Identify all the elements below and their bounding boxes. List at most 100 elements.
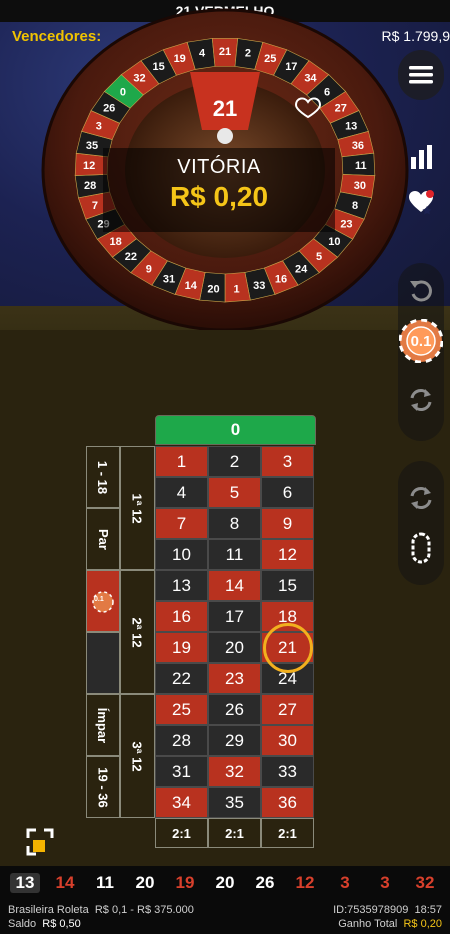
bet-even[interactable]: Par — [86, 508, 120, 570]
history-result: 20 — [215, 873, 235, 892]
wheel-pocket-number: 36 — [352, 140, 364, 152]
number-cell-33[interactable]: 33 — [261, 756, 314, 787]
number-cell-26[interactable]: 26 — [208, 694, 261, 725]
racetrack-button[interactable] — [398, 525, 444, 571]
total-win-label: Ganho Total — [338, 918, 398, 930]
wheel-pocket-number: 19 — [174, 53, 186, 65]
number-cell-7[interactable]: 7 — [155, 508, 208, 539]
history-result: 14 — [55, 873, 75, 892]
statistics-button[interactable] — [398, 134, 444, 180]
undo-icon — [410, 280, 432, 302]
number-cell-25[interactable]: 25 — [155, 694, 208, 725]
number-cell-10[interactable]: 10 — [155, 539, 208, 570]
number-cell-34[interactable]: 34 — [155, 787, 208, 818]
side-menu-panel — [398, 50, 444, 240]
menu-button[interactable] — [398, 50, 444, 100]
wheel-pocket-number: 6 — [324, 86, 330, 98]
results-history: 13 14 11 20 19 20 26 12 3 3 32 — [0, 866, 450, 900]
wheel-pocket-number: 35 — [86, 140, 98, 152]
number-cell-29[interactable]: 29 — [208, 725, 261, 756]
number-cell-16[interactable]: 16 — [155, 601, 208, 632]
fullscreen-icon[interactable] — [26, 828, 54, 856]
number-zero[interactable]: 0 — [155, 415, 316, 445]
number-cell-19[interactable]: 19 — [155, 632, 208, 663]
bet-1-18[interactable]: 1 - 18 — [86, 446, 120, 508]
number-cell-3[interactable]: 3 — [261, 446, 314, 477]
wheel-pocket-number: 15 — [153, 61, 165, 73]
number-cell-31[interactable]: 31 — [155, 756, 208, 787]
wheel-pocket-number: 18 — [110, 236, 122, 248]
number-cell-9[interactable]: 9 — [261, 508, 314, 539]
wheel-pocket-number: 25 — [264, 53, 276, 65]
bar-chart-icon — [411, 145, 432, 169]
wheel-pocket-number: 16 — [275, 273, 287, 285]
double-bet-button[interactable] — [398, 475, 444, 521]
hamburger-icon — [409, 66, 433, 84]
number-cell-5[interactable]: 5 — [208, 477, 261, 508]
chip-selector[interactable]: 0.1 — [398, 313, 444, 369]
wheel-pocket-number: 17 — [285, 61, 297, 73]
favorite-bets-button[interactable] — [398, 180, 444, 226]
favorite-star-heart-icon — [409, 190, 434, 215]
number-cell-35[interactable]: 35 — [208, 787, 261, 818]
victory-label: VITÓRIA — [177, 156, 261, 178]
number-cell-11[interactable]: 11 — [208, 539, 261, 570]
racetrack-icon — [411, 532, 431, 564]
bet-column-3[interactable]: 2:1 — [261, 818, 314, 848]
number-cell-32[interactable]: 32 — [208, 756, 261, 787]
number-cell-12[interactable]: 12 — [261, 539, 314, 570]
wheel-pocket-number: 23 — [340, 219, 352, 231]
history-result: 32 — [415, 873, 435, 892]
number-cell-17[interactable]: 17 — [208, 601, 261, 632]
wheel-pocket-number: 3 — [96, 121, 102, 133]
bet-red[interactable]: 0.1 — [86, 570, 120, 632]
wheel-pocket-number: 30 — [354, 180, 366, 192]
game-name: Brasileira Roleta — [8, 904, 89, 916]
number-cell-15[interactable]: 15 — [261, 570, 314, 601]
wheel-pocket-number: 27 — [335, 103, 347, 115]
wheel-pocket-number: 32 — [133, 72, 145, 84]
bet-odd[interactable]: Ímpar — [86, 694, 120, 756]
number-cell-30[interactable]: 30 — [261, 725, 314, 756]
wheel-pocket-number: 14 — [185, 280, 198, 292]
bet-limits: R$ 0,1 - R$ 375.000 — [94, 904, 194, 916]
wheel-pocket-number: 12 — [83, 160, 95, 172]
number-cell-23[interactable]: 23 — [208, 663, 261, 694]
history-result: 12 — [295, 873, 315, 892]
refresh-icon — [410, 487, 432, 509]
repeat-bet-button[interactable] — [398, 377, 444, 423]
number-cell-4[interactable]: 4 — [155, 477, 208, 508]
number-cell-8[interactable]: 8 — [208, 508, 261, 539]
bet-second-dozen[interactable]: 2ª 12 — [120, 570, 155, 694]
roulette-ball — [217, 128, 233, 144]
bet-column-1[interactable]: 2:1 — [155, 818, 208, 848]
chip-value: 0.1 — [410, 332, 432, 350]
number-cell-27[interactable]: 27 — [261, 694, 314, 725]
wheel-pocket-number: 1 — [233, 284, 239, 296]
wheel-pocket-number: 0 — [120, 86, 126, 98]
bet-19-36[interactable]: 19 - 36 — [86, 756, 120, 818]
number-cell-2[interactable]: 2 — [208, 446, 261, 477]
wheel-pocket-number: 24 — [295, 264, 308, 276]
number-cell-13[interactable]: 13 — [155, 570, 208, 601]
wheel-result-number: 21 — [213, 96, 237, 121]
number-cell-36[interactable]: 36 — [261, 787, 314, 818]
number-cell-28[interactable]: 28 — [155, 725, 208, 756]
wheel-pocket-number: 34 — [304, 72, 317, 84]
bet-first-dozen[interactable]: 1ª 12 — [120, 446, 155, 570]
number-cell-14[interactable]: 14 — [208, 570, 261, 601]
balance-value: R$ 0,50 — [42, 918, 81, 930]
number-cell-6[interactable]: 6 — [261, 477, 314, 508]
number-cell-1[interactable]: 1 — [155, 446, 208, 477]
placed-chip-value: 0.1 — [94, 596, 104, 603]
number-cell-22[interactable]: 22 — [155, 663, 208, 694]
undo-button[interactable] — [398, 267, 444, 313]
bet-column-2[interactable]: 2:1 — [208, 818, 261, 848]
bet-third-dozen[interactable]: 3ª 12 — [120, 694, 155, 818]
winners-label: Vencedores: — [12, 28, 102, 45]
number-cell-20[interactable]: 20 — [208, 632, 261, 663]
wheel-pocket-number: 10 — [328, 236, 340, 248]
wheel-pocket-number: 9 — [146, 264, 152, 276]
bet-black[interactable] — [86, 632, 120, 694]
wheel-pocket-number: 20 — [207, 284, 219, 296]
